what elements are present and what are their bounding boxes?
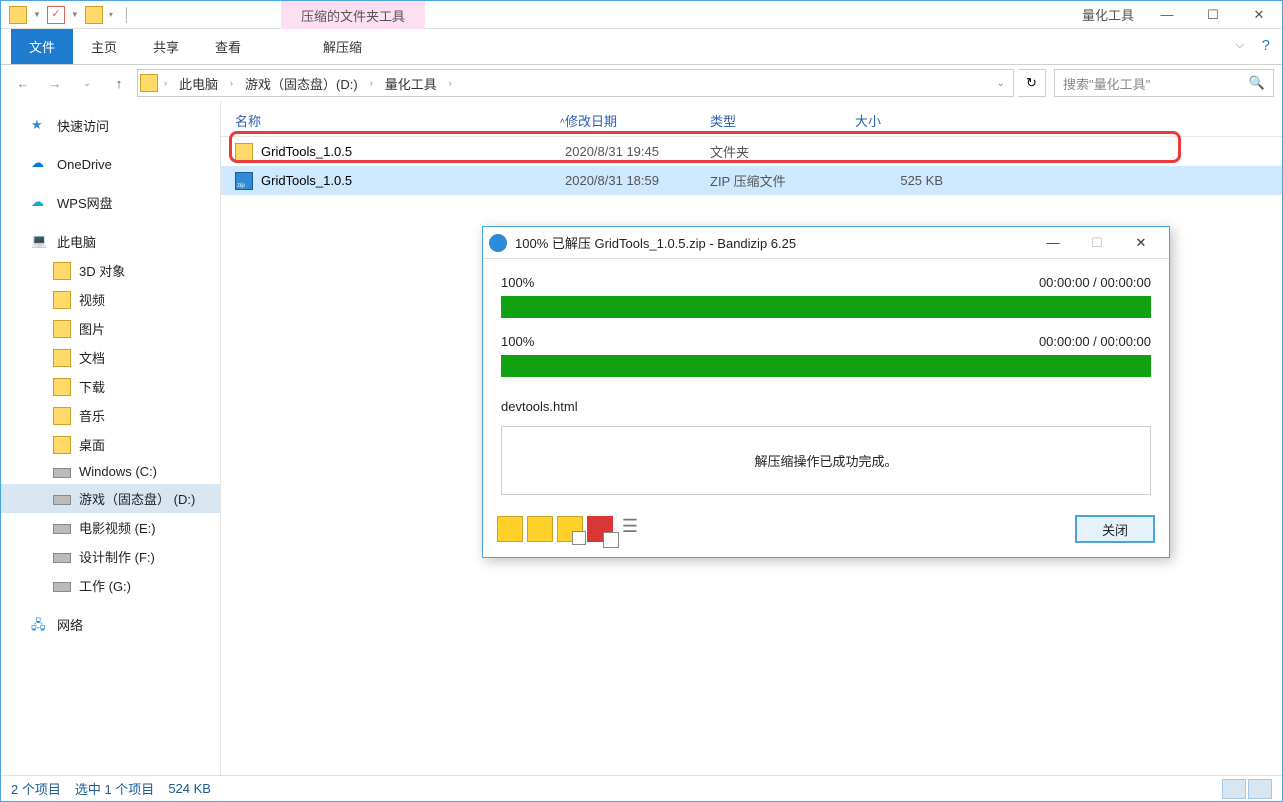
navigation-pane: ★快速访问 ☁OneDrive ☁WPS网盘 💻此电脑 3D 对象 视频 图片 … [1,101,221,775]
zip-icon [235,172,253,190]
open-folder-icon[interactable] [527,516,553,542]
search-placeholder: 搜索"量化工具" [1063,74,1150,93]
breadcrumb-pc[interactable]: 此电脑 [173,74,224,93]
contextual-tab-label: 压缩的文件夹工具 [281,1,425,29]
bandizip-dialog: 100% 已解压 GridTools_1.0.5.zip - Bandizip … [482,226,1170,558]
sidebar-quick-access[interactable]: ★快速访问 [1,111,220,140]
close-button[interactable]: ✕ [1236,1,1282,29]
tab-file[interactable]: 文件 [11,29,73,64]
sidebar-drive-g[interactable]: 工作 (G:) [1,571,220,600]
sidebar-videos[interactable]: 视频 [1,285,220,314]
sidebar-desktop[interactable]: 桌面 [1,430,220,459]
breadcrumb-folder[interactable]: 量化工具 [379,74,443,93]
sidebar-3d-objects[interactable]: 3D 对象 [1,256,220,285]
progress-percent-2: 100% [501,334,534,349]
status-selected-size: 524 KB [168,781,211,796]
column-headers: 名称˄ 修改日期 类型 大小 [221,107,1282,137]
address-dropdown-icon[interactable]: ⌄ [997,78,1011,89]
view-large-icons-button[interactable] [1248,779,1272,799]
tab-extract[interactable]: 解压缩 [289,29,396,64]
new-folder-icon[interactable] [85,6,103,24]
dialog-maximize-button: ☐ [1075,228,1119,258]
progress-bar-2 [501,355,1151,377]
sidebar-music[interactable]: 音乐 [1,401,220,430]
sidebar-pictures[interactable]: 图片 [1,314,220,343]
tab-view[interactable]: 查看 [197,29,259,64]
status-bar: 2 个项目 选中 1 个项目 524 KB [1,775,1282,801]
minimize-button[interactable]: — [1144,1,1190,29]
up-button[interactable]: ↑ [105,69,133,97]
dialog-close-button[interactable]: ✕ [1119,228,1163,258]
status-item-count: 2 个项目 [11,779,61,798]
status-selected-count: 选中 1 个项目 [75,779,154,798]
location-folder-icon [140,74,158,92]
progress-percent-1: 100% [501,275,534,290]
sidebar-drive-c[interactable]: Windows (C:) [1,459,220,484]
bandizip-icon [489,234,507,252]
column-type[interactable]: 类型 [710,111,855,130]
sidebar-network[interactable]: 🖧网络 [1,610,220,639]
quick-access-toolbar: ▼ ✓ ▼ ▾ │ [1,6,131,24]
completion-message: 解压缩操作已成功完成。 [501,426,1151,495]
file-row[interactable]: GridTools_1.0.5 2020/8/31 18:59 ZIP 压缩文件… [221,166,1282,195]
view-details-button[interactable] [1222,779,1246,799]
dialog-close-action-button[interactable]: 关闭 [1075,515,1155,543]
column-date[interactable]: 修改日期 [565,111,710,130]
ribbon-collapse-icon[interactable]: ⌵ [1236,39,1244,52]
current-file-label: devtools.html [501,393,1151,426]
sidebar-onedrive[interactable]: ☁OneDrive [1,150,220,178]
window-titlebar: ▼ ✓ ▼ ▾ │ 压缩的文件夹工具 量化工具 — ☐ ✕ [1,1,1282,29]
forward-button[interactable]: → [41,69,69,97]
back-button[interactable]: ← [9,69,37,97]
window-title: 量化工具 [1082,5,1144,24]
search-input[interactable]: 搜索"量化工具" 🔍 [1054,69,1274,97]
maximize-button[interactable]: ☐ [1190,1,1236,29]
sidebar-downloads[interactable]: 下载 [1,372,220,401]
progress-bar-1 [501,296,1151,318]
progress-time-1: 00:00:00 / 00:00:00 [1039,275,1151,290]
history-dropdown[interactable]: ⌄ [73,69,101,97]
open-archive-icon[interactable] [497,516,523,542]
sidebar-wps[interactable]: ☁WPS网盘 [1,188,220,217]
ribbon-tabs: 文件 主页 共享 查看 解压缩 ⌵ ? [1,29,1282,65]
breadcrumb-drive[interactable]: 游戏（固态盘）(D:) [239,74,364,93]
tab-home[interactable]: 主页 [73,29,135,64]
dialog-title: 100% 已解压 GridTools_1.0.5.zip - Bandizip … [515,233,1031,252]
column-name[interactable]: 名称˄ [235,111,565,130]
options-menu-icon[interactable]: ☰ [617,516,643,542]
search-icon[interactable]: 🔍 [1249,75,1265,91]
file-row[interactable]: GridTools_1.0.5 2020/8/31 19:45 文件夹 [221,137,1282,166]
folder-icon [235,143,253,161]
dialog-titlebar[interactable]: 100% 已解压 GridTools_1.0.5.zip - Bandizip … [483,227,1169,259]
column-size[interactable]: 大小 [855,111,955,130]
help-icon[interactable]: ? [1262,37,1270,54]
dialog-minimize-button[interactable]: — [1031,228,1075,258]
sidebar-drive-e[interactable]: 电影视频 (E:) [1,513,220,542]
sidebar-drive-f[interactable]: 设计制作 (F:) [1,542,220,571]
copy-path-icon[interactable] [557,516,583,542]
delete-archive-icon[interactable] [587,516,613,542]
folder-icon[interactable] [9,6,27,24]
sidebar-this-pc[interactable]: 💻此电脑 [1,227,220,256]
address-bar[interactable]: › 此电脑 › 游戏（固态盘）(D:) › 量化工具 › ⌄ [137,69,1014,97]
progress-time-2: 00:00:00 / 00:00:00 [1039,334,1151,349]
navigation-bar: ← → ⌄ ↑ › 此电脑 › 游戏（固态盘）(D:) › 量化工具 › ⌄ ↻… [1,65,1282,101]
sidebar-drive-d[interactable]: 游戏（固态盘） (D:) [1,484,220,513]
refresh-button[interactable]: ↻ [1018,69,1046,97]
tab-share[interactable]: 共享 [135,29,197,64]
sidebar-documents[interactable]: 文档 [1,343,220,372]
properties-icon[interactable]: ✓ [47,6,65,24]
